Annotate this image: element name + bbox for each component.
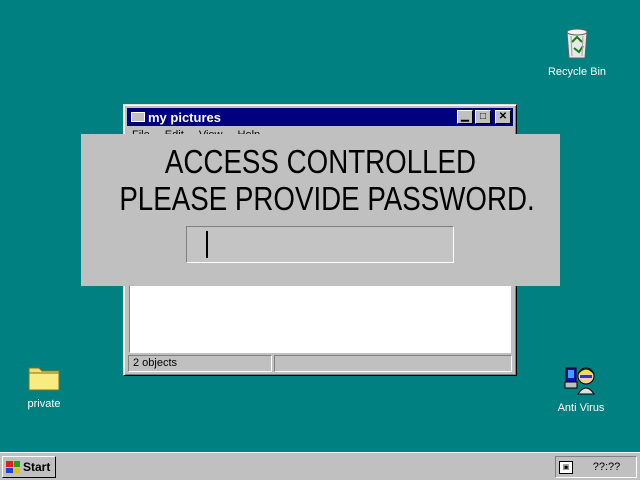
start-label: Start xyxy=(23,460,51,474)
status-object-count: 2 objects xyxy=(128,355,272,372)
minimize-button[interactable]: ▁ xyxy=(457,110,473,124)
private-folder-shortcut[interactable]: private xyxy=(14,364,74,410)
windows-logo-icon xyxy=(6,461,20,473)
window-title: my pictures xyxy=(148,109,221,125)
status-secondary xyxy=(274,355,512,372)
window-folder-icon xyxy=(131,112,145,122)
clock[interactable]: ??:?? xyxy=(581,461,636,473)
folder-icon xyxy=(28,367,60,391)
tray-monitor-icon[interactable]: ▣ xyxy=(559,460,573,474)
password-prompt: PLEASE PROVIDE PASSWORD. xyxy=(119,180,535,217)
close-button[interactable]: ✕ xyxy=(495,110,511,124)
access-heading: ACCESS CONTROLLED xyxy=(164,143,477,180)
start-button[interactable]: Start xyxy=(2,456,56,478)
anti-virus-label: Anti Virus xyxy=(557,402,605,414)
password-input[interactable] xyxy=(186,226,454,263)
recycle-bin-label: Recycle Bin xyxy=(547,66,607,78)
system-tray: ▣ ??:?? xyxy=(555,456,637,478)
taskbar: Start ▣ ??:?? xyxy=(0,452,640,480)
text-caret xyxy=(206,231,208,258)
status-bar: 2 objects xyxy=(128,355,512,372)
private-folder-label: private xyxy=(27,398,61,410)
maximize-button[interactable]: □ xyxy=(475,110,491,124)
anti-virus-shortcut[interactable]: Anti Virus xyxy=(546,364,616,414)
anti-virus-icon xyxy=(564,367,595,395)
recycle-bin-shortcut[interactable]: Recycle Bin xyxy=(542,26,612,78)
recycle-bin-icon xyxy=(566,28,588,59)
access-control-dialog: ACCESS CONTROLLED PLEASE PROVIDE PASSWOR… xyxy=(81,134,560,286)
window-titlebar[interactable]: my pictures ▁ □ ✕ xyxy=(127,108,513,126)
